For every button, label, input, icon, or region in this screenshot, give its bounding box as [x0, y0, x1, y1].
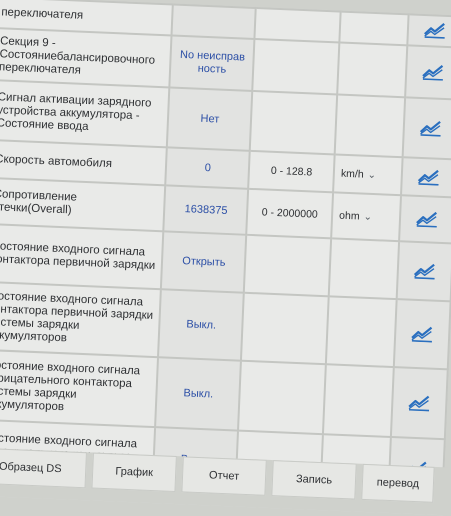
unit-label: ohm — [338, 209, 360, 223]
param-range: 0 - 2000000 — [246, 188, 334, 239]
param-unit — [334, 94, 405, 158]
graph-cell[interactable] — [396, 241, 451, 302]
param-range: 0 - 128.8 — [248, 150, 335, 193]
chevron-down-icon[interactable]: ⌄ — [363, 212, 372, 223]
translate-label: перевод — [376, 476, 420, 491]
param-value: Открыть — [161, 231, 247, 293]
graph-cell[interactable] — [406, 14, 451, 48]
graph-icon[interactable] — [417, 166, 440, 186]
chevron-down-icon[interactable]: ⌄ — [367, 170, 376, 181]
graph-icon[interactable] — [415, 208, 438, 228]
param-value: Нет — [167, 87, 253, 151]
param-value — [171, 4, 256, 39]
unit-selector[interactable]: ohm ⌄ — [331, 192, 401, 242]
param-name: Состояние входного сигнала отрицательног… — [0, 349, 159, 428]
graph-cell[interactable] — [400, 157, 451, 198]
param-unit — [337, 42, 407, 98]
sample-ds-button[interactable]: Образец DS — [0, 447, 87, 489]
param-range — [238, 360, 326, 435]
graph-icon[interactable] — [419, 117, 442, 137]
param-value: Выкл. — [158, 289, 244, 361]
param-range — [252, 38, 340, 95]
param-unit — [339, 11, 409, 46]
unit-selector[interactable]: km/h ⌄ — [333, 154, 403, 196]
param-name: Сигнал активации зарядного устройства ак… — [0, 79, 170, 148]
param-value: No неисправ ность — [169, 35, 255, 91]
param-value: 1638375 — [163, 185, 249, 235]
graph-cell[interactable] — [398, 195, 451, 244]
param-name: Состояние входного сигнала контактора пе… — [0, 281, 162, 358]
graph-cell[interactable] — [404, 45, 451, 100]
unit-label: km/h — [340, 167, 364, 181]
graph-icon[interactable] — [423, 20, 446, 39]
param-value: Выкл. — [155, 357, 242, 431]
report-label: Отчет — [208, 469, 240, 483]
graph-button[interactable]: График — [91, 452, 177, 493]
param-range — [243, 234, 332, 297]
graph-icon[interactable] — [413, 260, 436, 279]
sample-ds-label: Образец DS — [0, 460, 62, 476]
graph-icon[interactable] — [408, 392, 431, 411]
param-unit — [328, 238, 399, 300]
param-name: Состояние входного сигнала контактора пе… — [0, 223, 164, 290]
screen: переключателя Секция 9 - Состояниебаланс… — [0, 0, 451, 516]
graph-label: График — [115, 465, 154, 480]
graph-cell[interactable] — [390, 367, 448, 440]
graph-icon[interactable] — [422, 61, 445, 81]
param-range — [254, 7, 341, 43]
graph-icon[interactable] — [411, 323, 434, 342]
param-value: 0 — [165, 147, 250, 189]
param-range — [241, 292, 329, 365]
param-unit — [323, 364, 394, 437]
param-unit — [325, 296, 397, 368]
graph-cell[interactable] — [393, 299, 451, 370]
graph-cell[interactable] — [402, 97, 451, 160]
param-range — [249, 90, 338, 155]
report-button[interactable]: Отчет — [181, 456, 267, 496]
translate-button[interactable]: перевод — [361, 463, 435, 503]
param-name: Секция 9 - Состояниебалансировочного пер… — [0, 28, 172, 88]
param-name: Сопротивление утечки(Overall) — [0, 177, 166, 232]
parameter-table: переключателя Секция 9 - Состояниебаланс… — [0, 0, 451, 502]
